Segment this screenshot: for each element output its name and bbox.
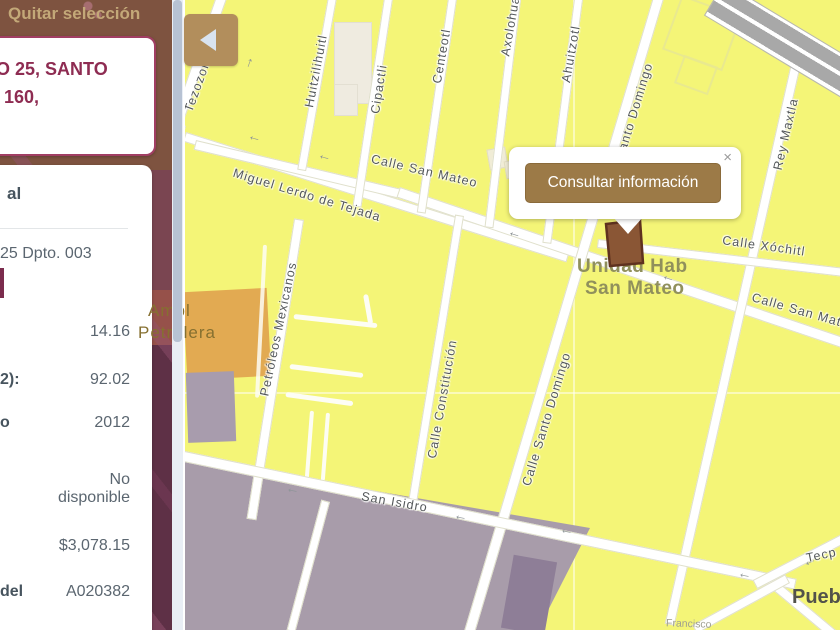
one-way-arrow-icon: ← xyxy=(316,145,334,165)
sidebar-scrollbar-thumb[interactable] xyxy=(173,0,182,342)
clear-selection-button[interactable]: Quitar selección xyxy=(8,4,140,24)
property-address-line2: 160, xyxy=(4,87,40,107)
field-value: 14.16 xyxy=(89,323,130,340)
field-label: o xyxy=(0,414,10,431)
divider xyxy=(0,228,128,229)
field-label: 2): xyxy=(0,371,20,388)
field-value: 2012 xyxy=(94,414,130,431)
street-label-centeotl: Centeotl xyxy=(429,27,454,85)
sidebar-scrollbar-track[interactable] xyxy=(172,0,183,630)
street-stub xyxy=(293,314,378,329)
app-window: Quitar selección O 25, SANTO 160, al 25 … xyxy=(0,0,840,630)
area-label-san-mateo: San Mateo xyxy=(585,278,685,299)
street-label-axolohua: Axolohua xyxy=(498,0,523,58)
street-label-huitzilihuitl: Huitzilihuitl xyxy=(302,33,330,109)
area-label-francisco: Francisco xyxy=(665,617,712,630)
street-hairpin xyxy=(320,412,330,481)
legend-color-swatch xyxy=(0,268,4,298)
field-label: del xyxy=(0,583,24,600)
one-way-arrow-icon: ← xyxy=(736,563,754,583)
graticule-line xyxy=(185,392,840,394)
land-block-purple xyxy=(185,371,237,443)
one-way-arrow-icon: ← xyxy=(284,478,302,498)
consultar-informacion-button[interactable]: Consultar información xyxy=(525,163,721,203)
map-canvas[interactable]: ← ← ← ← ← ← ← ← ← → Tezozomoc Huitzilihu… xyxy=(183,0,840,630)
building-block xyxy=(334,84,358,116)
street-stub xyxy=(363,294,374,325)
popup-pointer xyxy=(613,217,643,234)
property-address-line1: O 25, SANTO xyxy=(0,59,108,79)
map-popup: × Consultar información xyxy=(509,147,741,219)
info-card-header: al xyxy=(7,184,22,203)
street-label-ahuitzotl: Ahuitzotl xyxy=(559,24,583,84)
field-value: 92.02 xyxy=(89,371,130,388)
street-hairpin xyxy=(304,410,314,479)
area-label-pueblo: Pueblo xyxy=(792,586,840,608)
street-label-tecpatl: Tecp xyxy=(804,544,838,566)
chevron-left-icon xyxy=(200,29,216,51)
street-stub xyxy=(285,392,354,407)
street-tecpatl xyxy=(752,534,840,590)
one-way-arrow-icon: → xyxy=(237,52,257,72)
selected-property-card: O 25, SANTO 160, xyxy=(0,36,156,156)
close-icon[interactable]: × xyxy=(723,149,732,166)
field-value: $3,078.15 xyxy=(58,537,130,554)
field-value: A020382 xyxy=(65,583,130,600)
collapse-panel-button[interactable] xyxy=(184,14,238,66)
account-number: 25 Dpto. 003 xyxy=(0,245,92,262)
one-way-arrow-icon: ← xyxy=(246,126,264,146)
one-way-arrow-icon: ← xyxy=(558,519,576,539)
street-stub xyxy=(289,364,364,378)
property-info-card: al 25 Dpto. 003 2): o del 14.16 92.02 20… xyxy=(0,165,152,630)
one-way-arrow-icon: ← xyxy=(452,505,470,525)
field-value: No disponible xyxy=(57,471,130,506)
